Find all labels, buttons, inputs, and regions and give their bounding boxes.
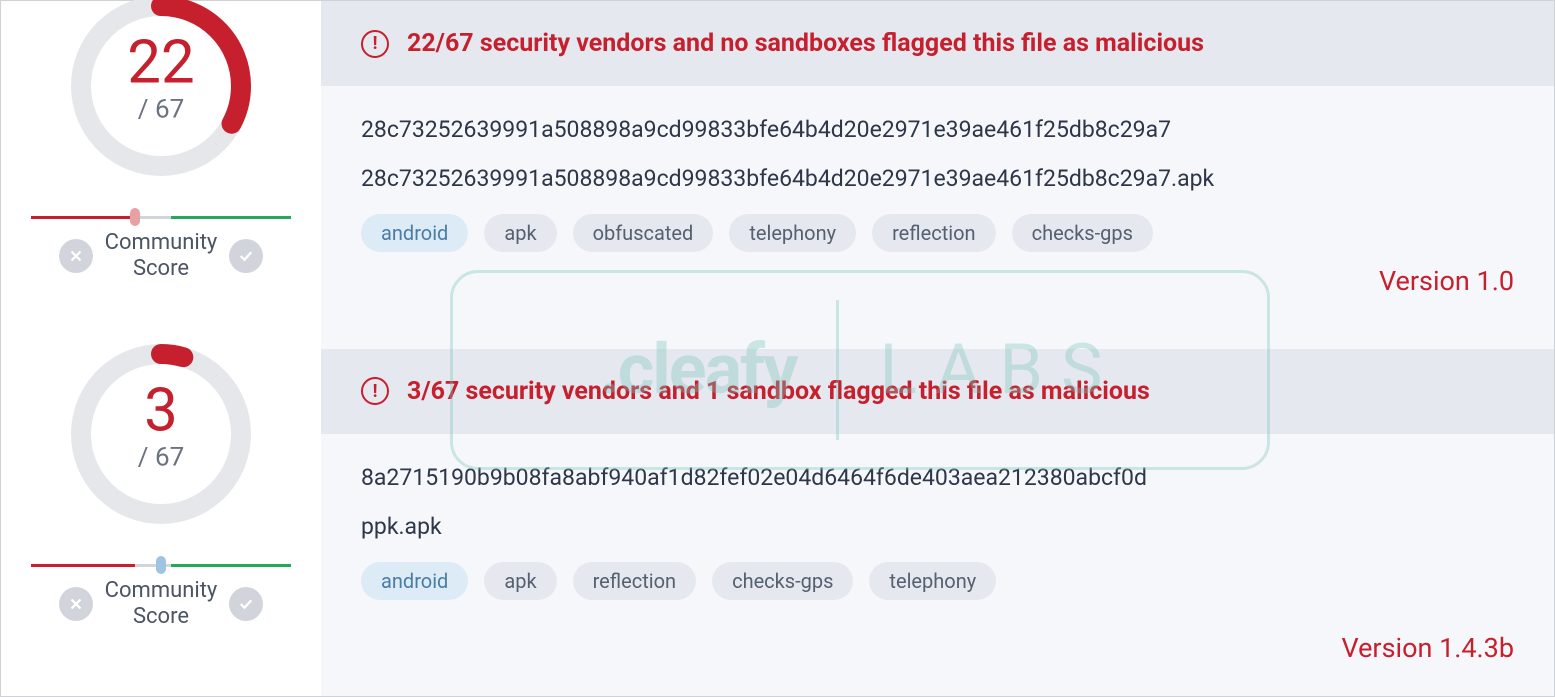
score-marker-1 bbox=[156, 556, 166, 574]
tag-android[interactable]: android bbox=[361, 562, 468, 600]
scan-block-0: 22 / 67 CommunityScore bbox=[1, 1, 1554, 349]
alert-bar-0: ! 22/67 security vendors and no sandboxe… bbox=[321, 1, 1554, 86]
tag-checks-gps[interactable]: checks-gps bbox=[712, 562, 853, 600]
tag-checks-gps[interactable]: checks-gps bbox=[1012, 214, 1153, 252]
check-icon bbox=[237, 595, 255, 613]
tag-obfuscated[interactable]: obfuscated bbox=[573, 214, 714, 252]
scan-block-1: 3 / 67 CommunityScore bbox=[1, 349, 1554, 697]
tag-telephony[interactable]: telephony bbox=[729, 214, 856, 252]
vote-down-button-1[interactable] bbox=[59, 587, 93, 621]
file-hash-1[interactable]: 8a2715190b9b08fa8abf940af1d82fef02e04d64… bbox=[361, 464, 1514, 491]
vote-up-button-0[interactable] bbox=[229, 239, 263, 273]
vote-up-button-1[interactable] bbox=[229, 587, 263, 621]
detection-gauge-1: 3 / 67 bbox=[61, 334, 261, 534]
community-score-label-1: CommunityScore bbox=[105, 578, 218, 631]
file-hash-0[interactable]: 28c73252639991a508898a9cd99833bfe64b4d20… bbox=[361, 116, 1514, 143]
score-panel-0: 22 / 67 CommunityScore bbox=[1, 1, 321, 349]
file-name-0[interactable]: 28c73252639991a508898a9cd99833bfe64b4d20… bbox=[361, 165, 1514, 192]
alert-icon: ! bbox=[361, 377, 389, 405]
tags-row-0: android apk obfuscated telephony reflection c… bbox=[361, 214, 1514, 252]
tag-reflection[interactable]: reflection bbox=[872, 214, 996, 252]
community-score-bar-0 bbox=[31, 214, 291, 220]
detection-gauge-0: 22 / 67 bbox=[61, 0, 261, 186]
score-marker-0 bbox=[130, 208, 140, 226]
x-icon bbox=[67, 595, 85, 613]
score-panel-1: 3 / 67 CommunityScore bbox=[1, 349, 321, 697]
alert-text-0: 22/67 security vendors and no sandboxes … bbox=[407, 29, 1204, 58]
gauge-total-0: / 67 bbox=[127, 95, 194, 125]
gauge-total-1: / 67 bbox=[138, 442, 184, 472]
alert-icon: ! bbox=[361, 30, 389, 58]
tag-reflection[interactable]: reflection bbox=[573, 562, 697, 600]
file-name-1[interactable]: ppk.apk bbox=[361, 513, 1514, 540]
tag-android[interactable]: android bbox=[361, 214, 468, 252]
tags-row-1: android apk reflection checks-gps telephony bbox=[361, 562, 1514, 600]
tag-apk[interactable]: apk bbox=[484, 562, 556, 600]
tag-apk[interactable]: apk bbox=[484, 214, 556, 252]
community-score-label-0: CommunityScore bbox=[105, 230, 218, 283]
gauge-score-0: 22 bbox=[127, 33, 194, 93]
check-icon bbox=[237, 247, 255, 265]
scan-results-container: 22 / 67 CommunityScore bbox=[0, 0, 1555, 697]
version-annotation-0: Version 1.0 bbox=[1379, 265, 1514, 297]
vote-down-button-0[interactable] bbox=[59, 239, 93, 273]
details-panel-1: ! 3/67 security vendors and 1 sandbox fl… bbox=[321, 349, 1554, 697]
alert-text-1: 3/67 security vendors and 1 sandbox flag… bbox=[407, 377, 1150, 406]
community-score-bar-1 bbox=[31, 562, 291, 568]
tag-telephony[interactable]: telephony bbox=[869, 562, 996, 600]
x-icon bbox=[67, 247, 85, 265]
gauge-score-1: 3 bbox=[138, 380, 184, 440]
version-annotation-1: Version 1.4.3b bbox=[1341, 632, 1514, 664]
details-panel-0: ! 22/67 security vendors and no sandboxe… bbox=[321, 1, 1554, 349]
alert-bar-1: ! 3/67 security vendors and 1 sandbox fl… bbox=[321, 349, 1554, 434]
